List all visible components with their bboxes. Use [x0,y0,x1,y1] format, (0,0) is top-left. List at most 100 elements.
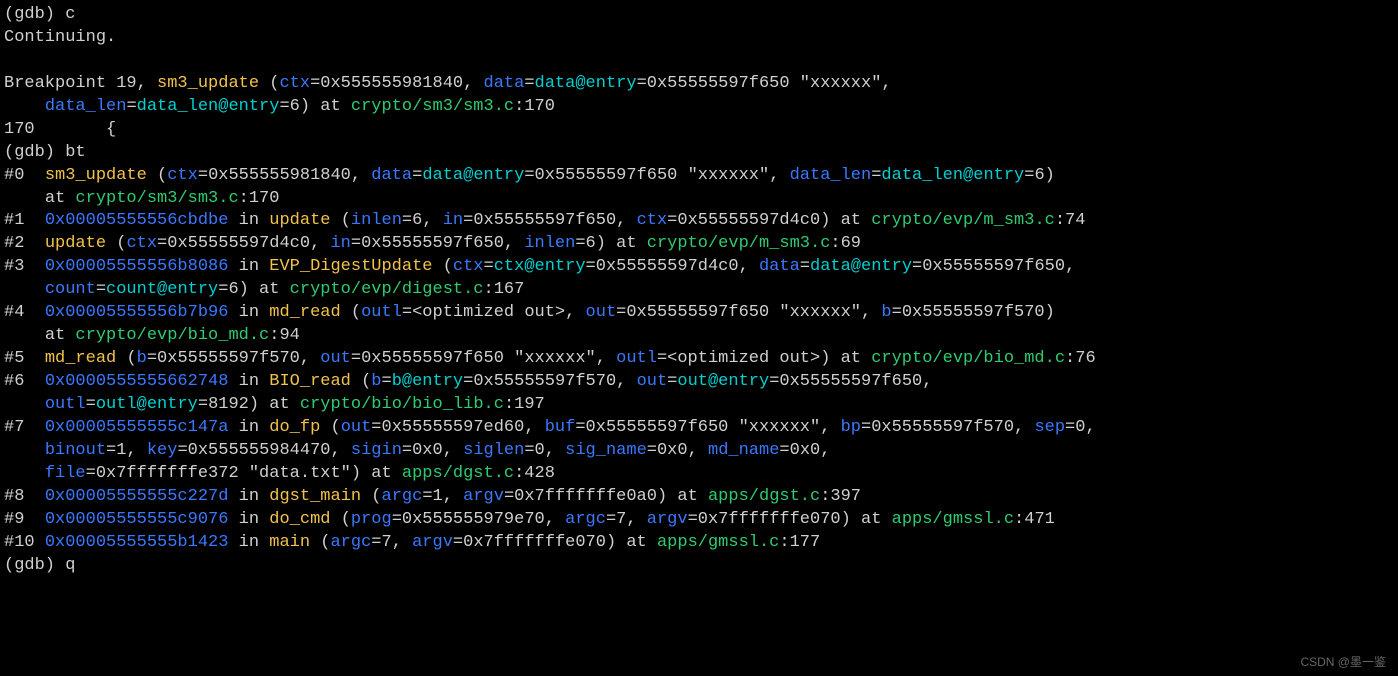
fn: sm3_update [157,74,259,93]
v: 6 [228,280,238,299]
path: crypto/evp/digest.c [290,280,484,299]
sep: , [626,510,636,529]
v: 0x55555597f650 "xxxxxx" [626,303,861,322]
fn: dgst_main [269,487,361,506]
fn: do_fp [269,418,320,437]
eq: = [912,257,922,276]
eq: = [126,97,136,116]
p: prog [351,510,392,529]
cp: ) at [239,280,280,299]
sep: , [1065,257,1075,276]
eq: = [371,533,381,552]
eq: = [892,303,902,322]
at: ) at [300,97,351,116]
sep: , [545,441,555,460]
p: data [759,257,800,276]
eq: = [463,211,473,230]
sep: , [443,487,453,506]
addr: 0x00005555556b8086 [45,257,229,276]
fn: update [45,234,106,253]
p: argc [565,510,606,529]
eq: = [575,418,585,437]
in: in [239,257,259,276]
p: sigin [351,441,402,460]
eq: = [177,441,187,460]
eq: = [402,303,412,322]
frame-no: #6 [4,372,24,391]
fn: EVP_DigestUpdate [269,257,432,276]
v: 0x0 [790,441,821,460]
eq: = [1065,418,1075,437]
sep: , [820,418,830,437]
path: crypto/sm3/sm3.c [75,189,238,208]
fn: md_read [45,349,116,368]
v: <optimized out> [667,349,820,368]
p: buf [545,418,576,437]
eq: = [351,234,361,253]
e: data_len@entry [881,166,1024,185]
v: 6 [1034,166,1044,185]
p: siglen [463,441,524,460]
eq: = [524,441,534,460]
v: 0x55555597ed60 [382,418,525,437]
eq: = [218,280,228,299]
p: sig_name [565,441,647,460]
p: out [341,418,372,437]
v: 0x0 [657,441,688,460]
p: inlen [524,234,575,253]
p: ctx [453,257,484,276]
path: crypto/evp/bio_md.c [75,326,269,345]
eq: = [279,97,289,116]
eq: = [779,441,789,460]
op: ( [157,166,167,185]
eq: = [463,372,473,391]
op: ( [371,487,381,506]
path: apps/gmssl.c [657,533,779,552]
eq: = [586,257,596,276]
prompt: (gdb) [4,143,55,162]
gdb-terminal[interactable]: (gdb) c Continuing. Breakpoint 19, sm3_u… [0,0,1398,577]
in: in [239,418,259,437]
addr: 0x00005555556b7b96 [45,303,229,322]
cp: ) at [820,211,861,230]
p: in [443,211,463,230]
v: 0x55555597f650 "xxxxxx" [586,418,821,437]
frame-no: #5 [4,349,24,368]
eq: = [606,510,616,529]
p: data_len [790,166,872,185]
p: outl [616,349,657,368]
sep: , [1085,418,1095,437]
eq: = [351,349,361,368]
line: :177 [779,533,820,552]
cp: ) [1045,166,1055,185]
frame-no: #0 [4,166,24,185]
v: 0x55555597d4c0 [167,234,310,253]
sep: , [310,234,320,253]
v: 0x7fffffffe070 [698,510,841,529]
path: apps/dgst.c [402,464,514,483]
addr: 0x00005555555c147a [45,418,229,437]
prompt: (gdb) [4,556,55,575]
line: :94 [269,326,300,345]
v: 0x555555981840 [208,166,351,185]
watermark: CSDN @墨一鉴 [1300,654,1386,670]
sep: , [392,533,402,552]
v: 0x55555597f650 "xxxxxx" [361,349,596,368]
path: crypto/evp/bio_md.c [871,349,1065,368]
sep: , [769,166,779,185]
p: argc [330,533,371,552]
fn: BIO_read [269,372,351,391]
p: sep [1034,418,1065,437]
eq: = [96,280,106,299]
eq: = [524,74,534,93]
cp: ) [1045,303,1055,322]
p: outl [45,395,86,414]
eq: = [1024,166,1034,185]
p: argv [463,487,504,506]
fn: do_cmd [269,510,330,529]
line: :428 [514,464,555,483]
v: 0x55555597f650 [779,372,922,391]
sep: , [1014,418,1024,437]
v: 0x55555597f650 [922,257,1065,276]
fn: sm3_update [45,166,147,185]
